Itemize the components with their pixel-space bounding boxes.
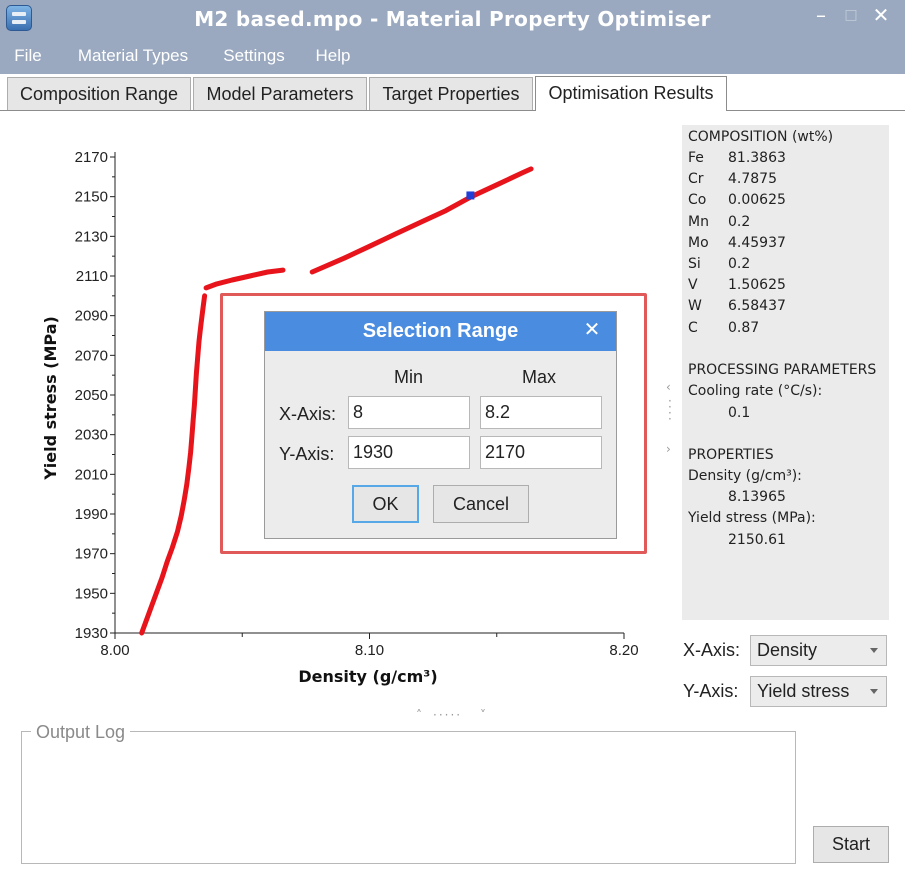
- collapse-right-icon[interactable]: ›: [666, 442, 671, 456]
- minimize-icon[interactable]: –: [806, 0, 836, 34]
- y-tick-label: 2030: [75, 427, 108, 444]
- cooling-rate-label: Cooling rate (°C/s):: [688, 383, 823, 399]
- y-tick-label: 2110: [76, 268, 108, 285]
- y-axis-select[interactable]: Yield stress: [750, 676, 887, 707]
- composition-value-w: 6.58437: [728, 298, 786, 315]
- data-series-line: [309, 166, 534, 275]
- y-tick-label: 1950: [75, 585, 108, 602]
- min-header: Min: [394, 367, 424, 387]
- composition-element-mo: Mo: [688, 234, 709, 251]
- composition-element-cr: Cr: [688, 171, 704, 188]
- y-tick-label: 2050: [75, 387, 108, 404]
- y-axis-select-value: Yield stress: [757, 681, 850, 701]
- menu-material-types[interactable]: Material Types: [64, 38, 202, 74]
- ok-button[interactable]: OK: [352, 485, 419, 523]
- collapse-down-icon[interactable]: ˅: [480, 708, 486, 722]
- collapse-up-icon[interactable]: ˄: [416, 708, 422, 722]
- composition-value-cr: 4.7875: [728, 171, 777, 188]
- output-log-label: Output Log: [31, 722, 131, 743]
- x-max-field[interactable]: 8.2: [480, 396, 602, 429]
- tab-composition-range[interactable]: Composition Range: [7, 77, 191, 110]
- composition-element-si: Si: [688, 256, 701, 272]
- y-tick-label: 1930: [75, 625, 108, 642]
- chevron-down-icon: [870, 648, 878, 653]
- composition-element-fe: Fe: [688, 150, 704, 166]
- y-axis-select-label: Y-Axis:: [683, 681, 739, 701]
- selection-range-dialog: Selection Range ✕ Min Max X-Axis: Y-Axis…: [264, 311, 617, 539]
- x-axis-select-value: Density: [757, 640, 818, 660]
- density-value: 8.13965: [728, 489, 786, 505]
- menu-file[interactable]: File: [0, 38, 56, 74]
- collapse-left-icon[interactable]: ‹: [666, 380, 671, 394]
- tab-target-properties[interactable]: Target Properties: [369, 77, 533, 110]
- composition-element-c: C: [688, 319, 698, 336]
- tab-optimisation-results[interactable]: Optimisation Results: [535, 76, 727, 111]
- chevron-down-icon: [870, 689, 878, 694]
- composition-value-mo: 4.45937: [728, 234, 786, 251]
- y-tick-label: 2010: [75, 466, 108, 483]
- menu-settings[interactable]: Settings: [212, 38, 296, 74]
- composition-value-c: 0.87: [728, 319, 760, 336]
- selected-point-marker: [466, 191, 475, 200]
- x-tick-label: 8.20: [609, 642, 638, 659]
- max-header: Max: [522, 367, 557, 387]
- yield-stress-value: 2150.61: [728, 532, 786, 548]
- data-series-line: [203, 267, 286, 291]
- window-title: M2 based.mpo - Material Property Optimis…: [194, 7, 711, 31]
- composition-element-mn: Mn: [688, 213, 709, 230]
- y-tick-label: 2130: [75, 228, 108, 245]
- composition-value-co: 0.00625: [728, 192, 786, 209]
- density-label: Density (g/cm³):: [688, 468, 802, 484]
- composition-value-v: 1.50625: [728, 277, 786, 294]
- cooling-rate-value: 0.1: [728, 405, 751, 421]
- start-button[interactable]: Start: [813, 826, 889, 863]
- yield-stress-label: Yield stress (MPa):: [688, 510, 816, 526]
- splitter-handle[interactable]: · · · ·: [668, 395, 672, 425]
- y-axis-title: Yield stress (MPa): [41, 316, 60, 481]
- composition-element-v: V: [688, 277, 698, 294]
- y-tick-label: 2170: [75, 149, 108, 166]
- x-tick-label: 8.00: [100, 642, 129, 659]
- composition-element-w: W: [688, 298, 702, 315]
- output-log[interactable]: [21, 731, 796, 864]
- x-min-field[interactable]: 8: [348, 396, 470, 429]
- tab-model-parameters[interactable]: Model Parameters: [193, 77, 367, 110]
- y-tick-label: 2150: [75, 189, 108, 206]
- y-max-field[interactable]: 2170: [480, 436, 602, 469]
- close-icon[interactable]: ✕: [866, 0, 896, 34]
- y-min-field[interactable]: 1930: [348, 436, 470, 469]
- data-series-line: [139, 293, 208, 636]
- menu-help[interactable]: Help: [304, 38, 362, 74]
- composition-value-mn: 0.2: [728, 213, 751, 230]
- composition-element-co: Co: [688, 192, 707, 209]
- dialog-close-icon[interactable]: ✕: [577, 314, 607, 344]
- composition-value-fe: 81.3863: [728, 150, 786, 166]
- y-tick-label: 1970: [75, 546, 108, 563]
- results-info-panel: COMPOSITION (wt%) Fe 81.3863 Cr 4.7875 Co 0.0…: [682, 125, 889, 620]
- x-axis-title: Density (g/cm³): [298, 667, 437, 686]
- composition-value-si: 0.2: [728, 256, 751, 272]
- y-tick-label: 2090: [75, 308, 108, 325]
- cancel-button[interactable]: Cancel: [433, 485, 529, 523]
- processing-heading: PROCESSING PARAMETERS: [688, 362, 877, 378]
- dialog-title: Selection Range: [362, 320, 519, 342]
- composition-heading: COMPOSITION (wt%): [688, 129, 834, 145]
- x-axis-select-label: X-Axis:: [683, 640, 741, 660]
- y-tick-label: 2070: [75, 347, 108, 364]
- y-axis-range-label: Y-Axis:: [279, 444, 335, 464]
- y-tick-label: 1990: [75, 506, 108, 523]
- properties-heading: PROPERTIES: [688, 447, 774, 463]
- x-tick-label: 8.10: [355, 642, 384, 659]
- splitter-handle-horizontal[interactable]: ·····: [433, 708, 462, 722]
- x-axis-range-label: X-Axis:: [279, 404, 337, 424]
- x-axis-select[interactable]: Density: [750, 635, 887, 666]
- maximize-icon[interactable]: □: [836, 0, 866, 34]
